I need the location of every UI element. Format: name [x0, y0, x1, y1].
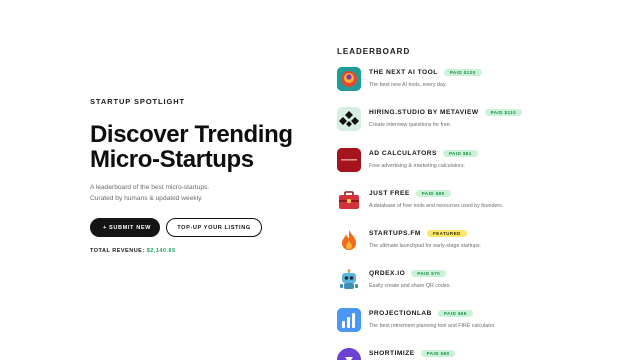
- page: STARTUP SPOTLIGHT Discover Trending Micr…: [0, 0, 640, 360]
- leaderboard-entry[interactable]: PROJECTIONLAB PAID $65 The best retireme…: [337, 308, 627, 332]
- paid-badge: PAID $80: [415, 190, 451, 197]
- hero-buttons: + SUBMIT NEW TOP-UP YOUR LISTING: [90, 218, 320, 237]
- total-revenue: TOTAL REVENUE: $2,140.85: [90, 248, 320, 254]
- leaderboard: LEADERBOARD THE NEXT AI TOOL PAID $120 T…: [337, 47, 627, 360]
- robot-logo-icon: [337, 268, 361, 292]
- featured-badge: FEATURED: [426, 230, 467, 237]
- hero-sub-line-1: A leaderboard of the best micro-startups…: [90, 184, 210, 191]
- leaderboard-entry[interactable]: THE NEXT AI TOOL PAID $120 The best new …: [337, 67, 627, 91]
- leaderboard-entry[interactable]: SHORTIMIZE PAID $60: [337, 348, 627, 360]
- paid-badge: PAID $70: [411, 270, 447, 277]
- entry-description: Create interview questions for free.: [369, 122, 452, 128]
- entry-name[interactable]: STARTUPS.FM: [369, 230, 421, 237]
- leaderboard-entry[interactable]: STARTUPS.FM FEATURED The ultimate launch…: [337, 228, 627, 252]
- paid-badge: PAID $120: [443, 69, 482, 76]
- bar-chart-logo-icon: [337, 308, 361, 332]
- leaderboard-entry[interactable]: QRDEX.IO PAID $70 Easily create and shar…: [337, 268, 627, 292]
- hero-subtext: A leaderboard of the best micro-startups…: [90, 182, 320, 204]
- entry-name[interactable]: AD CALCULATORS: [369, 150, 437, 157]
- entry-description: The best new AI tools, every day.: [369, 82, 447, 88]
- revenue-label: TOTAL REVENUE:: [90, 248, 145, 254]
- leaderboard-entry[interactable]: AD CALCULATORS PAID $81 Free advertising…: [337, 148, 627, 172]
- headline-line-2: Micro-Startups: [90, 146, 254, 173]
- ad-calculators-logo-icon: [337, 148, 361, 172]
- leaderboard-title: LEADERBOARD: [337, 47, 411, 56]
- entry-name[interactable]: HIRING.STUDIO BY METAVIEW: [369, 109, 479, 116]
- entry-name[interactable]: SHORTIMIZE: [369, 350, 415, 357]
- hiring-studio-logo-icon: [337, 107, 361, 131]
- entry-name[interactable]: QRDEX.IO: [369, 270, 405, 277]
- revenue-value: $2,140.85: [146, 248, 176, 254]
- paid-badge: PAID $65: [437, 310, 473, 317]
- leaderboard-entry[interactable]: HIRING.STUDIO BY METAVIEW PAID $110 Crea…: [337, 107, 627, 131]
- entry-name[interactable]: PROJECTIONLAB: [369, 310, 432, 317]
- submit-new-button[interactable]: + SUBMIT NEW: [90, 218, 160, 237]
- paid-badge: PAID $60: [420, 350, 456, 357]
- hero-eyebrow: STARTUP SPOTLIGHT: [90, 97, 186, 106]
- entry-description: The best retirement planning tool and FI…: [369, 323, 496, 329]
- shortimize-logo-icon: [337, 348, 361, 360]
- toolbox-logo-icon: [337, 188, 361, 212]
- hero-section: STARTUP SPOTLIGHT Discover Trending Micr…: [90, 97, 320, 254]
- entry-description: The ultimate launchpad for early-stage s…: [369, 243, 482, 249]
- topup-listing-button[interactable]: TOP-UP YOUR LISTING: [166, 218, 262, 237]
- hero-sub-line-2: Curated by humans & updated weekly.: [90, 195, 203, 202]
- entry-description: Free advertising & marketing calculators…: [369, 163, 465, 169]
- paid-badge: PAID $81: [442, 150, 478, 157]
- leaderboard-entry[interactable]: JUST FREE PAID $80 A database of free to…: [337, 188, 627, 212]
- entry-name[interactable]: THE NEXT AI TOOL: [369, 69, 438, 76]
- headline-line-1: Discover Trending: [90, 121, 293, 148]
- entry-description: Easily create and share QR codes.: [369, 283, 451, 289]
- flame-logo-icon: [337, 228, 361, 252]
- entry-description: A database of free tools and resources u…: [369, 203, 504, 209]
- entry-name[interactable]: JUST FREE: [369, 190, 410, 197]
- paid-badge: PAID $110: [484, 109, 523, 116]
- hero-headline: Discover Trending Micro-Startups: [90, 122, 320, 172]
- next-ai-tool-logo-icon: [337, 67, 361, 91]
